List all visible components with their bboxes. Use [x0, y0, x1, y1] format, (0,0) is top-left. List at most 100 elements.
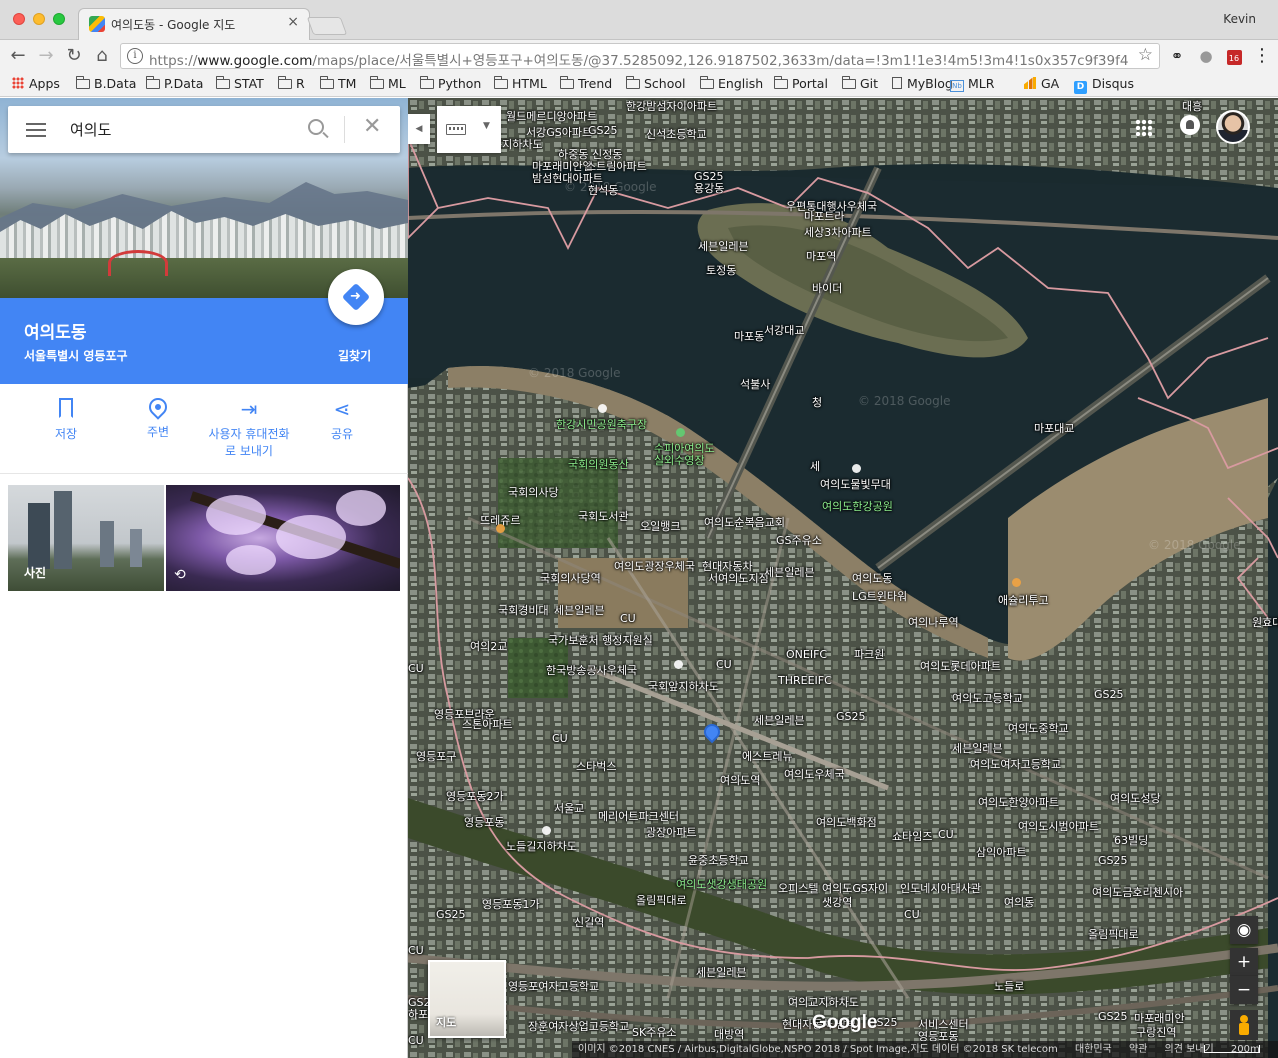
map-place-label[interactable]: 국회의사당역	[540, 570, 601, 586]
map-place-label[interactable]: 영등포여자고등학교	[508, 978, 599, 994]
map-place-label[interactable]: 스타벅스	[576, 758, 616, 774]
bookmark-apps[interactable]: Apps	[12, 76, 60, 91]
map-place-label[interactable]: CU	[620, 612, 636, 625]
map-place-label[interactable]: 대방역	[714, 1026, 744, 1042]
new-tab-button[interactable]	[306, 17, 348, 35]
map-place-label[interactable]: 대흥	[1182, 98, 1202, 114]
nearby-button[interactable]: 주변	[140, 394, 176, 441]
map-poi[interactable]	[674, 660, 683, 669]
map-park-label[interactable]: 여의도한강공원	[822, 498, 893, 514]
map-place-label[interactable]: THREEIFC	[778, 674, 832, 687]
panorama-thumbnail[interactable]: ⟲	[166, 485, 400, 591]
map-poi[interactable]	[598, 404, 607, 413]
bookmark-mlr[interactable]: Nb MLR	[950, 76, 994, 92]
map-place-label[interactable]: 여의도여자고등학교	[970, 756, 1061, 772]
link-extension-icon[interactable]: ⚭	[1167, 46, 1187, 66]
site-info-icon[interactable]: i	[127, 48, 143, 64]
menu-dots-icon[interactable]: ⋮	[1252, 46, 1272, 66]
map-park-label[interactable]: 실외수영장	[654, 452, 705, 468]
map-place-label[interactable]: GS25	[436, 908, 466, 921]
clear-search-icon[interactable]: ✕	[363, 114, 381, 139]
map-place-label[interactable]: 장훈여자상업고등학교	[528, 1018, 629, 1034]
map-place-label[interactable]: CU	[408, 944, 424, 957]
map-place-label[interactable]: 국회도서관	[578, 508, 629, 524]
map-place-label[interactable]: 세븐일레븐	[952, 740, 1003, 756]
map-place-label[interactable]: 여의도역	[720, 772, 760, 788]
notifications-icon[interactable]	[1180, 115, 1200, 135]
bookmark-english[interactable]: English	[700, 76, 763, 91]
browser-tab-active[interactable]: 여의도동 - Google 지도 ×	[78, 8, 310, 41]
map-place-label[interactable]: 올림픽대로	[1088, 926, 1139, 942]
map-place-label[interactable]: 현석동	[588, 182, 618, 198]
bookmark-b-data[interactable]: B.Data	[76, 76, 136, 91]
map-place-label[interactable]: 세	[810, 458, 820, 474]
calendar-extension-icon[interactable]: 16	[1224, 46, 1244, 66]
bookmark-stat[interactable]: STAT	[216, 76, 264, 91]
directions-button[interactable]: ➜	[328, 269, 384, 325]
map-place-label[interactable]: 영등포동	[464, 814, 504, 830]
bookmark-p-data[interactable]: P.Data	[146, 76, 203, 91]
map-place-label[interactable]: GS주유소	[776, 532, 822, 548]
map-place-label[interactable]: 세븐일레븐	[764, 564, 815, 580]
map-place-label[interactable]: 여의도한양아파트	[978, 794, 1059, 810]
map-place-label[interactable]: 스톤아파트	[462, 716, 513, 732]
map-place-label[interactable]: 오일뱅크	[640, 518, 680, 534]
tab-close-icon[interactable]: ×	[287, 14, 299, 30]
map-park-label[interactable]: 한강시민공원축구장	[556, 416, 647, 432]
map-place-label[interactable]: 세븐일레븐	[754, 712, 805, 728]
map-place-label[interactable]: 세상3차아파트	[804, 224, 872, 240]
map-place-label[interactable]: 윤중초등학교	[688, 852, 749, 868]
map-place-label[interactable]: SK주유소	[632, 1024, 677, 1040]
bookmark-trend[interactable]: Trend	[560, 76, 612, 91]
map-place-label[interactable]: CU	[938, 828, 954, 841]
map-place-label[interactable]: 서울교	[554, 800, 584, 816]
map-place-label[interactable]: 서여의도지점	[708, 570, 769, 586]
map-bridge-label[interactable]: 마포대교	[1034, 420, 1074, 436]
map-place-label[interactable]: 63빌딩	[1114, 832, 1148, 848]
incognito-extension-icon[interactable]: ●	[1196, 46, 1216, 66]
map-place-label[interactable]: 한국방송공사우체국	[546, 662, 637, 678]
bookmark-star-icon[interactable]: ☆	[1138, 45, 1153, 65]
map-place-label[interactable]: GS25	[1094, 688, 1124, 701]
bookmark-school[interactable]: School	[626, 76, 686, 91]
map-place-label[interactable]: 노들로	[994, 978, 1024, 994]
save-button[interactable]: 저장	[50, 398, 82, 443]
map-place-label[interactable]: 구랑진역	[1136, 1024, 1176, 1040]
directions-label[interactable]: 길찾기	[338, 347, 371, 364]
photo-thumbnail[interactable]: 사진	[8, 485, 164, 591]
maximize-window-button[interactable]	[53, 13, 65, 25]
map-place-label[interactable]: 마포트라	[804, 208, 844, 224]
map-place-label[interactable]: 파크원	[854, 646, 884, 662]
map-place-label[interactable]: 국회의사당	[508, 484, 559, 500]
map-poi[interactable]	[852, 464, 861, 473]
map-place-label[interactable]: 국회앞지하차도	[648, 678, 719, 694]
map-place-label[interactable]: 올림픽대로	[636, 892, 687, 908]
map-place-label[interactable]: 여의도롯데아파트	[920, 658, 1001, 674]
map-place-label[interactable]: 삼익아파트	[976, 844, 1027, 860]
map-place-label[interactable]: 영등포구	[416, 748, 456, 764]
pegman-street-view-icon[interactable]	[1230, 1010, 1258, 1040]
map-place-label[interactable]: 신석초등학교	[646, 126, 707, 142]
map-place-label[interactable]: 인도네시아대사관	[900, 880, 981, 896]
map-place-label[interactable]: CU	[408, 662, 424, 675]
map-place-label[interactable]: 영등포동1가	[482, 896, 540, 912]
bookmark-ga[interactable]: GA	[1024, 76, 1059, 91]
map-place-label[interactable]: GS25	[588, 124, 618, 137]
attribution-country[interactable]: 대한민국	[1075, 1044, 1112, 1055]
map-place-label[interactable]: 여의도동	[852, 570, 892, 586]
map-place-label[interactable]: GS25	[1098, 854, 1128, 867]
map-place-label[interactable]: 세븐일레븐	[554, 602, 605, 618]
map-place-label[interactable]: 여의도광장우체국	[614, 558, 695, 574]
map-place-label[interactable]: GS25	[836, 710, 866, 723]
map-place-label[interactable]: 세븐일레븐	[696, 964, 747, 980]
address-bar[interactable]: i https://www.google.com/maps/place/서울특별…	[120, 43, 1160, 69]
profile-name[interactable]: Kevin	[1223, 12, 1256, 26]
collapse-panel-button[interactable]: ◀	[408, 114, 430, 144]
map-place-label[interactable]: 마포역	[806, 248, 836, 264]
bookmark-myblog[interactable]: MyBlog	[892, 76, 953, 91]
bookmark-html[interactable]: HTML	[494, 76, 547, 91]
map-place-label[interactable]: 여의도시범아파트	[1018, 818, 1099, 834]
search-icon[interactable]	[308, 119, 324, 135]
map-place-label[interactable]: 영등포동2가	[446, 788, 504, 804]
map-place-label[interactable]: 용강동	[694, 180, 724, 196]
